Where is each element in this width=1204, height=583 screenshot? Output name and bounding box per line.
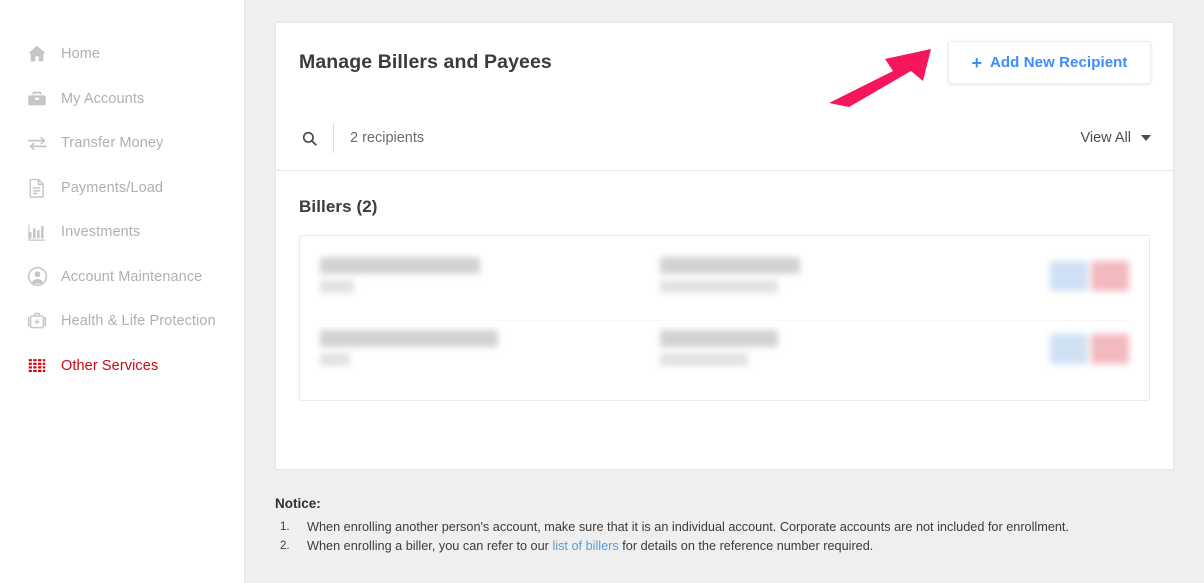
document-icon xyxy=(25,176,49,200)
sidebar-item-label: Investments xyxy=(61,224,141,241)
sidebar-item-my-accounts[interactable]: My Accounts xyxy=(0,77,244,122)
sidebar-item-label: Account Maintenance xyxy=(61,268,203,285)
user-circle-icon xyxy=(25,265,49,289)
list-menu-icon xyxy=(25,354,49,378)
medical-kit-icon xyxy=(25,309,49,333)
sidebar-item-label: Other Services xyxy=(61,357,159,374)
redacted-biller-reference-sub xyxy=(660,353,748,366)
biller-reference-cell xyxy=(660,321,980,366)
search-input[interactable] xyxy=(350,126,670,150)
add-new-recipient-label: Add New Recipient xyxy=(989,54,1128,71)
search-divider xyxy=(333,123,334,153)
sidebar-item-home[interactable]: Home xyxy=(0,32,244,77)
manage-billers-card: Manage Billers and Payees + Add New Reci… xyxy=(275,22,1174,470)
redacted-biller-name-sub xyxy=(320,353,350,366)
view-all-label: View All xyxy=(1080,130,1131,146)
sidebar-item-transfer-money[interactable]: Transfer Money xyxy=(0,121,244,166)
redacted-biller-name-sub xyxy=(320,280,354,293)
list-item: When enrolling another person's account,… xyxy=(275,518,1174,537)
sidebar-item-other-services[interactable]: Other Services xyxy=(0,344,244,389)
notice-text-after: for details on the reference number requ… xyxy=(618,539,874,553)
billers-list xyxy=(299,235,1150,401)
notice-title: Notice: xyxy=(275,496,321,511)
home-icon xyxy=(25,42,49,66)
sidebar-item-label: My Accounts xyxy=(61,90,145,107)
billers-section-title: Billers (2) xyxy=(299,197,378,216)
edit-button[interactable] xyxy=(1050,334,1088,364)
sidebar-item-label: Payments/Load xyxy=(61,179,164,196)
plus-icon: + xyxy=(971,52,982,73)
redacted-biller-reference xyxy=(660,330,778,347)
row-actions xyxy=(1050,248,1129,291)
notice-list: When enrolling another person's account,… xyxy=(275,518,1174,556)
search-icon[interactable] xyxy=(299,128,319,148)
redacted-biller-reference-sub xyxy=(660,280,778,293)
biller-reference-cell xyxy=(660,248,980,293)
transfer-arrows-icon xyxy=(25,131,49,155)
delete-button[interactable] xyxy=(1091,261,1129,291)
sidebar-item-label: Health & Life Protection xyxy=(61,313,216,330)
sidebar-item-investments[interactable]: Investments xyxy=(0,210,244,255)
main-content: Manage Billers and Payees + Add New Reci… xyxy=(245,0,1204,583)
briefcase-icon xyxy=(25,87,49,111)
redacted-biller-name xyxy=(320,257,480,274)
row-actions xyxy=(1050,321,1129,364)
sidebar: Home My Accounts Transfer Money Payments… xyxy=(0,0,245,583)
notice-text: When enrolling another person's account,… xyxy=(307,520,1069,534)
sidebar-item-account-maintenance[interactable]: Account Maintenance xyxy=(0,255,244,300)
page-title: Manage Billers and Payees xyxy=(299,51,552,73)
card-header: Manage Billers and Payees + Add New Reci… xyxy=(276,23,1173,171)
bar-chart-icon xyxy=(25,220,49,244)
sidebar-item-health-life-protection[interactable]: Health & Life Protection xyxy=(0,299,244,344)
app-root: Home My Accounts Transfer Money Payments… xyxy=(0,0,1204,583)
chevron-down-icon xyxy=(1141,135,1151,141)
delete-button[interactable] xyxy=(1091,334,1129,364)
redacted-biller-reference xyxy=(660,257,800,274)
list-of-billers-link[interactable]: list of billers xyxy=(552,539,618,553)
table-row[interactable] xyxy=(320,320,1129,392)
redacted-biller-name xyxy=(320,330,498,347)
sidebar-item-label: Transfer Money xyxy=(61,135,164,152)
notice-section: Notice: When enrolling another person's … xyxy=(275,496,1174,556)
add-new-recipient-button[interactable]: + Add New Recipient xyxy=(948,41,1151,84)
sidebar-item-label: Home xyxy=(61,46,101,63)
table-row[interactable] xyxy=(320,248,1129,320)
card-body: Billers (2) xyxy=(276,171,1173,401)
sidebar-item-payments-load[interactable]: Payments/Load xyxy=(0,166,244,211)
biller-name-cell xyxy=(320,248,660,293)
search-row: View All xyxy=(299,117,1151,159)
list-item: When enrolling a biller, you can refer t… xyxy=(275,537,1174,556)
notice-text: When enrolling a biller, you can refer t… xyxy=(307,539,553,553)
biller-name-cell xyxy=(320,321,660,366)
edit-button[interactable] xyxy=(1050,261,1088,291)
view-all-dropdown[interactable]: View All xyxy=(1080,130,1151,146)
